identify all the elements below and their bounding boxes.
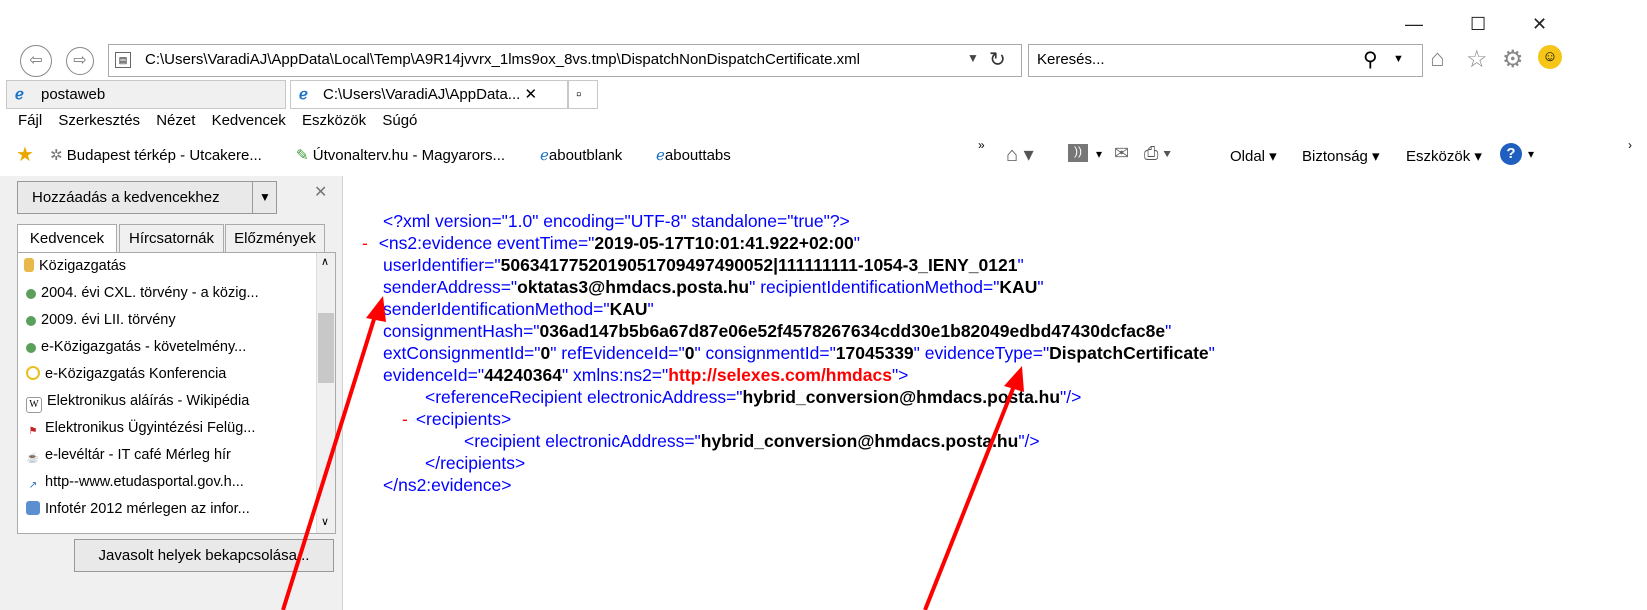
- annotation-arrows: [281, 296, 1024, 610]
- annotation-arrow-namespace: [923, 366, 1024, 610]
- annotation-arrow-sender: [281, 296, 386, 610]
